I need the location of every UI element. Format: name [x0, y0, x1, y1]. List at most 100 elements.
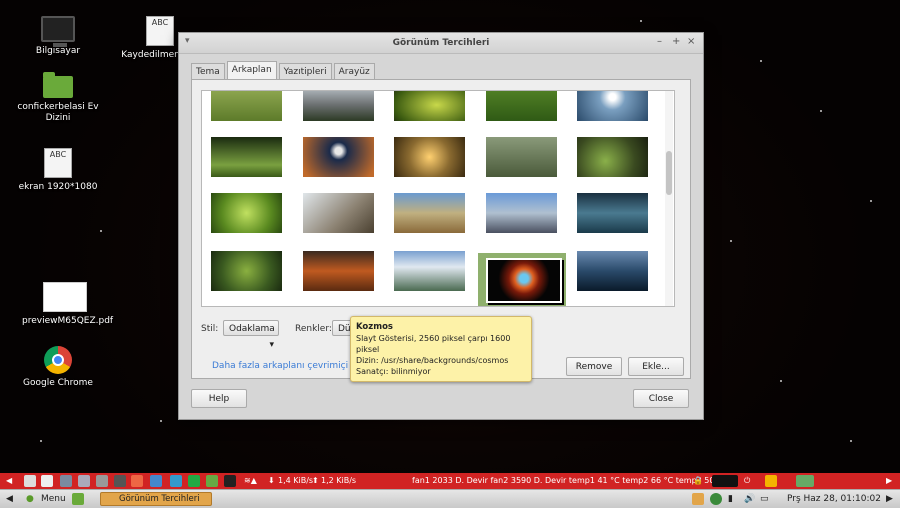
- wallpaper-thumbnail[interactable]: [394, 137, 465, 177]
- wallpaper-thumbnail[interactable]: [577, 137, 648, 177]
- scrollbar-thumb[interactable]: [666, 151, 672, 195]
- workspace-switcher[interactable]: [796, 475, 814, 487]
- chrome-icon: [44, 346, 72, 374]
- volume-icon[interactable]: 🔊: [744, 494, 755, 504]
- lock-icon[interactable]: 🔒: [693, 476, 703, 485]
- media-player-icon[interactable]: [114, 475, 126, 487]
- chevron-down-icon: ▾: [269, 340, 274, 350]
- style-value: Odaklama: [229, 324, 275, 334]
- desktop-icon-home-folder[interactable]: confickerbelasi Ev Dizini: [15, 72, 101, 124]
- signal-icon[interactable]: ▮: [728, 494, 733, 504]
- system-monitor-graph: [712, 475, 738, 487]
- browser-icon[interactable]: [150, 475, 162, 487]
- launcher-icon[interactable]: [41, 475, 53, 487]
- desktop-icon-label: previewM65QEZ.pdf: [22, 316, 114, 326]
- desktop-icon-label: confickerbelasi Ev Dizini: [17, 102, 99, 123]
- battery-icon[interactable]: ▭: [760, 494, 769, 504]
- wallpaper-thumbnail[interactable]: [577, 193, 648, 233]
- wallpaper-tooltip: Kozmos Slayt Gösterisi, 2560 piksel çarp…: [350, 316, 532, 382]
- window-titlebar[interactable]: ▾ Görünüm Tercihleri – + ×: [179, 33, 703, 54]
- computer-icon: [41, 16, 75, 47]
- tooltip-line: Sanatçı: bilinmiyor: [356, 367, 431, 376]
- style-combobox[interactable]: Odaklama ▾: [223, 320, 279, 350]
- desktop-icon-label: ekran 1920*1080: [18, 182, 98, 192]
- wallpaper-thumbnail[interactable]: [486, 137, 557, 177]
- power-icon[interactable]: ⏻: [744, 476, 750, 486]
- net-up-speed: 1,2 KiB/s: [321, 476, 357, 485]
- lower-panel: ◀ ● Menu Görünüm Tercihleri ▮ 🔊 ▭ Prş Ha…: [0, 489, 900, 508]
- window-title: Görünüm Tercihleri: [392, 38, 490, 48]
- wallpaper-thumbnail[interactable]: [486, 91, 557, 121]
- gallery-scrollbar[interactable]: [665, 91, 673, 306]
- launcher-icon[interactable]: [78, 475, 90, 487]
- shield-icon[interactable]: [710, 493, 722, 505]
- network-graph-icon: ≋▲: [244, 476, 257, 485]
- text-document-icon: ABC: [44, 148, 72, 178]
- terminal-icon[interactable]: [224, 475, 236, 487]
- wallpaper-thumbnail[interactable]: [486, 193, 557, 233]
- add-button[interactable]: Ekle...: [628, 357, 684, 376]
- help-button[interactable]: Help: [191, 389, 247, 408]
- wallpaper-thumbnail[interactable]: [303, 193, 374, 233]
- panel-left-arrow-icon[interactable]: ◀: [6, 476, 12, 485]
- panel-right-arrow-icon[interactable]: ▶: [886, 476, 892, 485]
- upper-panel: ◀ ≋▲ ⬇ 1,4 KiB/s ⬆ 1,2 KiB/s fan1 2033 D…: [0, 473, 900, 489]
- minimize-button[interactable]: –: [657, 36, 662, 47]
- wallpaper-thumbnail[interactable]: [303, 137, 374, 177]
- home-folder-icon: [43, 72, 73, 98]
- wallpaper-thumbnail[interactable]: [211, 251, 282, 291]
- notes-icon[interactable]: [692, 493, 704, 505]
- calculator-icon[interactable]: [96, 475, 108, 487]
- chrome-icon[interactable]: [765, 475, 777, 487]
- net-down-speed: 1,4 KiB/s: [278, 476, 314, 485]
- remove-button[interactable]: Remove: [566, 357, 622, 376]
- more-backgrounds-link[interactable]: Daha fazla arkaplanı çevrimiçi alın: [212, 361, 367, 371]
- show-desktop-icon[interactable]: [72, 493, 84, 505]
- wallpaper-thumbnail[interactable]: [394, 91, 465, 121]
- menu-button[interactable]: Menu: [41, 494, 66, 504]
- wallpaper-thumbnail[interactable]: [211, 91, 282, 121]
- wallpaper-thumbnail[interactable]: [303, 91, 374, 121]
- wallpaper-thumbnail[interactable]: [577, 91, 648, 121]
- wallpaper-gallery[interactable]: [201, 90, 675, 307]
- close-button[interactable]: Close: [633, 389, 689, 408]
- desktop-icon-chrome[interactable]: Google Chrome: [15, 346, 101, 389]
- launcher-icon[interactable]: [24, 475, 36, 487]
- wallpaper-thumbnail[interactable]: [577, 251, 648, 291]
- tooltip-line: Slayt Gösterisi, 2560 piksel çarpı 1600 …: [356, 334, 511, 354]
- sensor-readout: fan1 2033 D. Devir fan2 3590 D. Devir te…: [412, 476, 727, 485]
- wallpaper-thumbnail[interactable]: [211, 193, 282, 233]
- desktop-icon-pdf[interactable]: previewM65QEZ.pdf: [22, 282, 113, 327]
- desktop-icon-ekran-document[interactable]: ABC ekran 1920*1080: [15, 148, 101, 193]
- wallpaper-thumbnail[interactable]: [303, 251, 374, 291]
- wallpaper-thumbnail[interactable]: [394, 251, 465, 291]
- wallpaper-thumbnail[interactable]: [394, 193, 465, 233]
- desktop-icon-label: Google Chrome: [23, 378, 93, 388]
- panel-right-arrow-icon[interactable]: ▶: [886, 494, 893, 504]
- launcher-icon[interactable]: [206, 475, 218, 487]
- pdf-icon: [43, 282, 87, 312]
- wallpaper-thumbnail[interactable]: [211, 137, 282, 177]
- desktop-icon-label: Bilgisayar: [35, 46, 81, 56]
- wallpaper-thumbnail-cosmos[interactable]: [486, 258, 562, 303]
- launcher-icon[interactable]: [170, 475, 182, 487]
- mint-menu-icon[interactable]: ●: [26, 494, 34, 504]
- launcher-icon[interactable]: [131, 475, 143, 487]
- maximize-button[interactable]: +: [672, 36, 680, 47]
- style-label: Stil:: [201, 324, 219, 334]
- spotify-icon[interactable]: [188, 475, 200, 487]
- colors-label: Renkler:: [295, 324, 332, 334]
- desktop-icon-computer[interactable]: Bilgisayar: [15, 16, 101, 57]
- launcher-icon[interactable]: [60, 475, 72, 487]
- tab-arkaplan[interactable]: Arkaplan: [226, 61, 277, 80]
- panel-left-arrow-icon[interactable]: ◀: [6, 494, 13, 504]
- tooltip-title: Kozmos: [356, 322, 393, 332]
- close-window-button[interactable]: ×: [687, 36, 695, 47]
- download-icon: ⬇: [268, 476, 275, 485]
- taskbar-item-appearance-preferences[interactable]: Görünüm Tercihleri: [100, 492, 212, 506]
- upload-icon: ⬆: [312, 476, 319, 485]
- text-document-icon: ABC: [146, 16, 174, 46]
- tooltip-line: Dizin: /usr/share/backgrounds/cosmos: [356, 356, 509, 365]
- clock[interactable]: Prş Haz 28, 01:10:02: [787, 494, 881, 504]
- taskbar-item-label: Görünüm Tercihleri: [119, 494, 200, 504]
